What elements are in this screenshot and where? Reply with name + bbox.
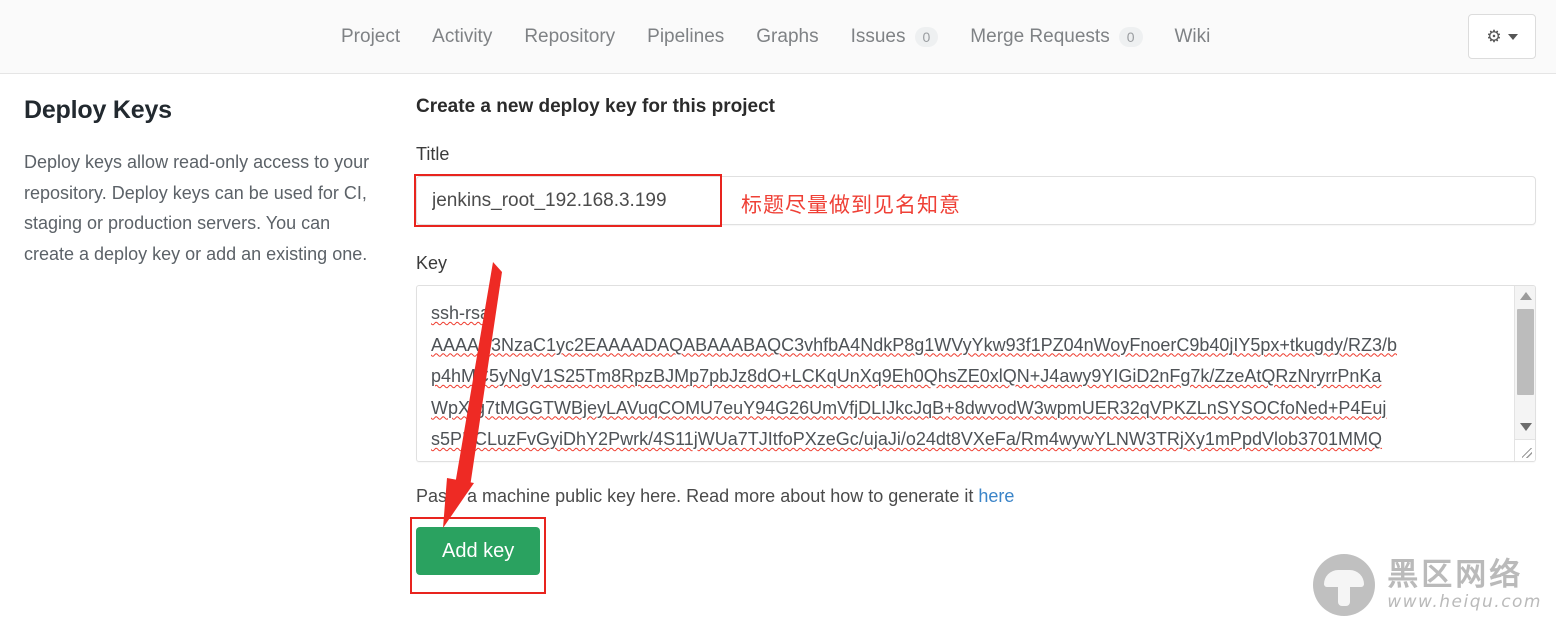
nav-item-label: Wiki: [1174, 25, 1211, 47]
key-line: WpXtg7tMGGTWBjeyLAVuqCOMU7euY94G26UmVfjD…: [431, 397, 1387, 418]
issues-count-badge: 0: [914, 26, 939, 47]
resize-grip-icon[interactable]: [1514, 439, 1535, 461]
page-content: Deploy Keys Deploy keys allow read-only …: [0, 74, 1556, 594]
nav-item-label: Activity: [432, 25, 493, 47]
generate-key-help-link[interactable]: here: [978, 486, 1014, 506]
nav-item-label: Issues: [850, 25, 906, 47]
watermark-text: 黑区网络 www.heiqu.com: [1387, 556, 1542, 612]
nav-item-repository[interactable]: Repository: [508, 15, 631, 59]
submit-button-wrap: Add key: [410, 517, 546, 594]
gear-icon: ⚙: [1486, 27, 1502, 46]
nav-item-label: Graphs: [756, 25, 819, 47]
merge-requests-count-badge: 0: [1118, 26, 1143, 47]
annotation-note: 标题尽量做到见名知意: [741, 194, 961, 217]
key-help-text: Paste a machine public key here. Read mo…: [416, 486, 1536, 507]
watermark-url: www.heiqu.com: [1387, 591, 1542, 612]
nav-item-label: Project: [341, 25, 401, 47]
key-textarea-scrollbar[interactable]: [1514, 286, 1535, 441]
key-line: s5PBCLuzFvGyiDhY2Pwrk/4S11jWUa7TJItfoPXz…: [431, 429, 1383, 449]
title-field-label: Title: [416, 144, 450, 164]
add-key-button[interactable]: Add key: [416, 527, 541, 575]
key-textarea-wrap[interactable]: ssh-rsa AAAAB3NzaC1yc2EAAAADAQABAAABAQC3…: [416, 285, 1536, 462]
scroll-up-arrow-icon[interactable]: [1515, 286, 1535, 306]
nav-item-label: Repository: [524, 25, 616, 47]
nav-item-activity[interactable]: Activity: [416, 15, 508, 59]
top-navbar: Project Activity Repository Pipelines Gr…: [0, 0, 1556, 74]
nav-item-wiki[interactable]: Wiki: [1159, 15, 1227, 59]
mushroom-logo-icon: [1313, 554, 1376, 616]
title-input[interactable]: [416, 176, 1536, 225]
key-field-label: Key: [416, 253, 448, 273]
deploy-key-form: Create a new deploy key for this project…: [394, 96, 1536, 594]
watermark-brand: 黑区网络: [1387, 556, 1524, 593]
title-input-wrap: 标题尽量做到见名知意: [414, 174, 1536, 227]
key-textarea[interactable]: ssh-rsa AAAAB3NzaC1yc2EAAAADAQABAAABAQC3…: [417, 286, 1535, 461]
nav-item-project[interactable]: Project: [325, 15, 416, 59]
chevron-down-icon: [1507, 33, 1518, 40]
form-heading: Create a new deploy key for this project: [416, 96, 775, 117]
nav-item-label: Pipelines: [647, 25, 725, 47]
page-title: Deploy Keys: [24, 96, 172, 124]
nav-item-graphs[interactable]: Graphs: [740, 15, 834, 59]
key-line: AAAAB3NzaC1yc2EAAAADAQABAAABAQC3vhfbA4Nd…: [431, 334, 1397, 355]
watermark: 黑区网络 www.heiqu.com: [1313, 554, 1542, 616]
nav-item-issues[interactable]: Issues 0: [835, 15, 955, 59]
key-help-label: Paste a machine public key here. Read mo…: [416, 486, 979, 506]
sidebar: Deploy Keys Deploy keys allow read-only …: [24, 96, 394, 575]
settings-dropdown-button[interactable]: ⚙: [1468, 14, 1536, 59]
key-line: ssh-rsa: [431, 303, 491, 323]
scrollbar-thumb[interactable]: [1517, 309, 1534, 395]
nav-item-merge-requests[interactable]: Merge Requests 0: [954, 15, 1158, 59]
nav-items: Project Activity Repository Pipelines Gr…: [325, 15, 1226, 59]
nav-item-label: Merge Requests: [970, 25, 1110, 47]
scroll-down-arrow-icon[interactable]: [1515, 417, 1535, 437]
key-line: p4hMC5yNgV1S25Tm8RpzBJMp7pbJz8dO+LCKqUnX…: [431, 366, 1382, 386]
sidebar-description: Deploy keys allow read-only access to yo…: [24, 152, 370, 264]
nav-item-pipelines[interactable]: Pipelines: [631, 15, 740, 59]
